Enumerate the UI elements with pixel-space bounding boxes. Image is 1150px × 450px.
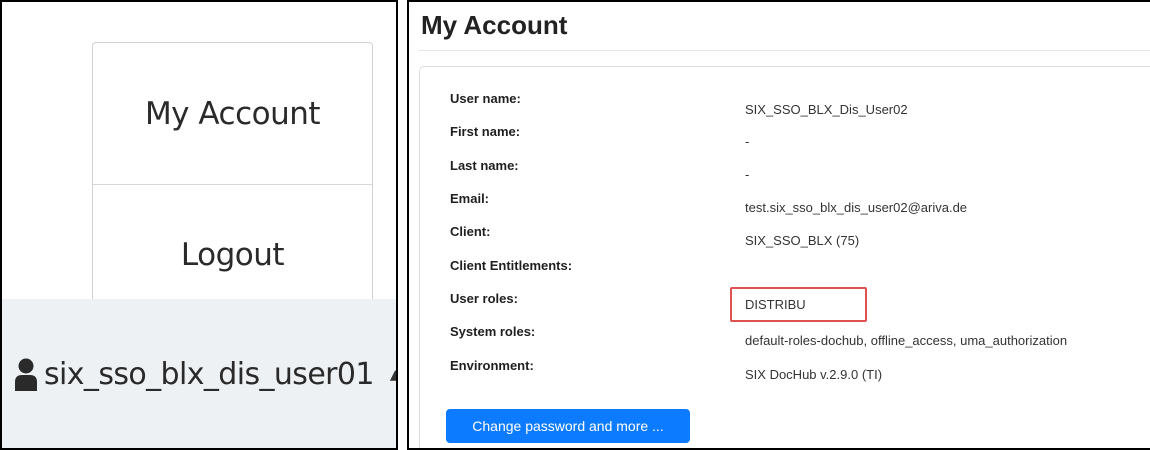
user-dropdown-menu: My Account Logout bbox=[92, 42, 373, 323]
page-title: My Account bbox=[421, 10, 568, 40]
last-name-label: Last name: bbox=[450, 158, 519, 173]
environment-label: Environment: bbox=[450, 358, 534, 373]
first-name-value: - bbox=[745, 134, 750, 149]
user-name-value: SIX_SSO_BLX_Dis_User02 bbox=[745, 102, 908, 117]
email-label: Email: bbox=[450, 191, 490, 206]
user-name-label: User name: bbox=[450, 91, 521, 106]
client-entitlements-label: Client Entitlements: bbox=[450, 258, 573, 273]
change-password-button[interactable]: Change password and more ... bbox=[446, 409, 690, 443]
user-bar: six_sso_blx_dis_user01 ▲ bbox=[2, 299, 396, 448]
client-label: Client: bbox=[450, 224, 491, 239]
last-name-value: - bbox=[745, 167, 750, 182]
username-label: six_sso_blx_dis_user01 bbox=[44, 357, 374, 392]
title-divider bbox=[419, 50, 1150, 51]
my-account-panel: My Account User name: SIX_SSO_BLX_Dis_Us… bbox=[407, 0, 1150, 450]
user-icon bbox=[14, 358, 38, 392]
caret-up-icon: ▲ bbox=[390, 367, 396, 383]
first-name-label: First name: bbox=[450, 124, 521, 139]
user-roles-highlight bbox=[730, 287, 867, 322]
client-value: SIX_SSO_BLX (75) bbox=[745, 233, 860, 248]
system-roles-label: System roles: bbox=[450, 324, 536, 339]
user-roles-label: User roles: bbox=[450, 291, 518, 306]
system-roles-value: default-roles-dochub, offline_access, um… bbox=[745, 333, 1068, 348]
account-details-card: User name: SIX_SSO_BLX_Dis_User02 First … bbox=[419, 66, 1150, 448]
user-menu-toggle[interactable]: six_sso_blx_dis_user01 ▲ bbox=[14, 357, 396, 392]
menu-item-my-account[interactable]: My Account bbox=[93, 43, 372, 184]
email-value: test.six_sso_blx_dis_user02@ariva.de bbox=[745, 200, 968, 215]
user-menu-panel: My Account Logout six_sso_blx_dis_user01… bbox=[0, 0, 398, 450]
environment-value: SIX DocHub v.2.9.0 (TI) bbox=[745, 367, 883, 382]
